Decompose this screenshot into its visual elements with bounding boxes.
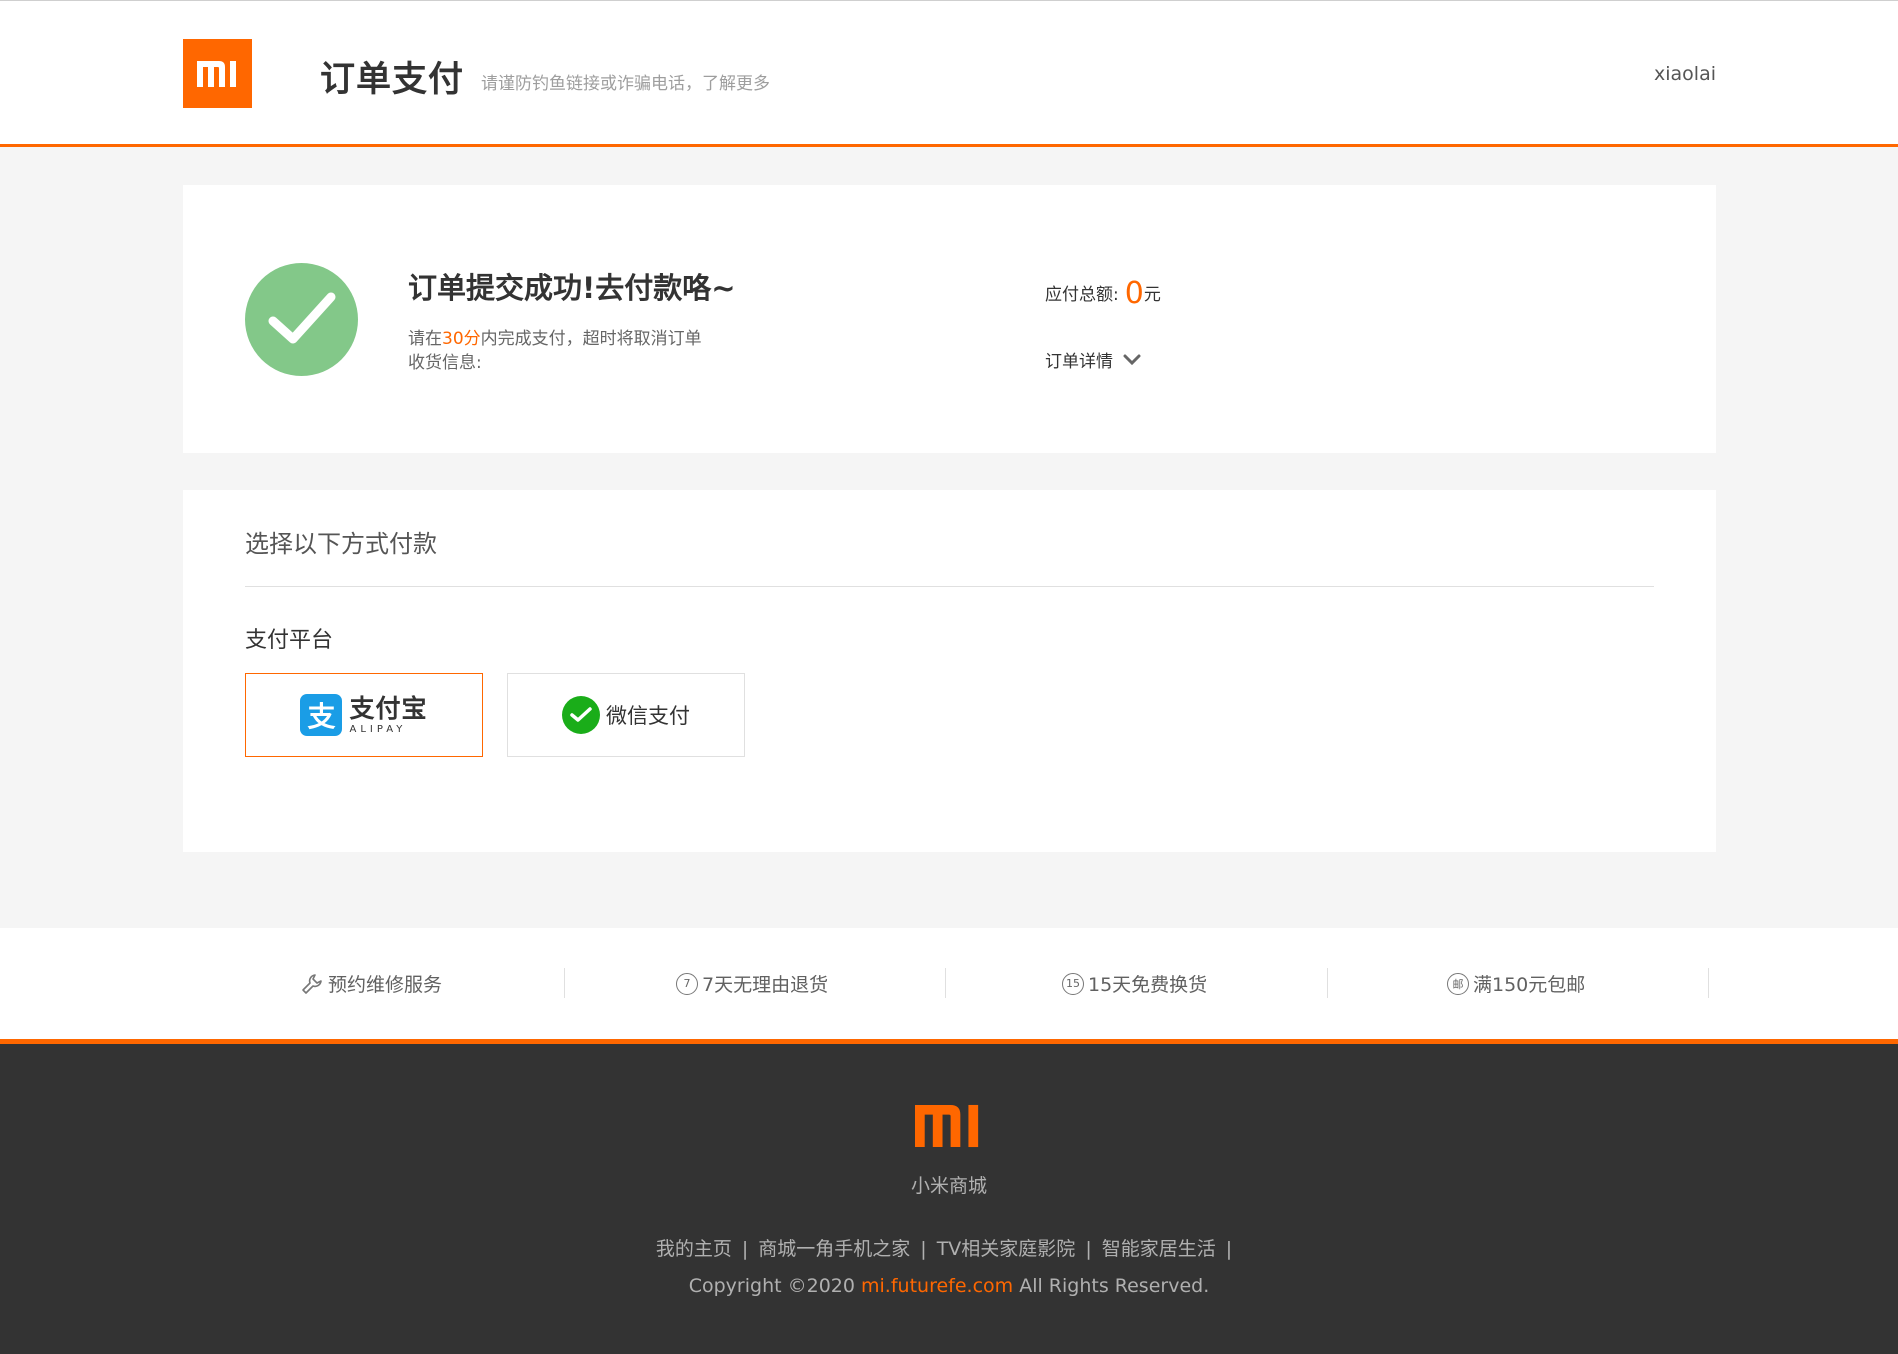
divider	[245, 586, 1654, 587]
alipay-label: 支付宝	[349, 693, 428, 723]
service-repair[interactable]: 预约维修服务	[300, 970, 442, 997]
chevron-down-icon	[1123, 354, 1141, 365]
amount-label: 应付总额:	[1045, 285, 1119, 305]
copyright-prefix: Copyright ©2020	[688, 1275, 855, 1297]
return-7-icon: 7	[676, 972, 698, 995]
page-header: 订单支付 请谨防钓鱼链接或诈骗电话，了解更多 xiaolai	[0, 0, 1898, 147]
footer-link-separator: |	[920, 1238, 927, 1260]
copyright: Copyright ©2020 mi.futurefe.com All Righ…	[0, 1275, 1898, 1297]
payment-title: 选择以下方式付款	[245, 530, 437, 558]
service-7day-return[interactable]: 7 7天无理由退货	[676, 970, 828, 997]
service-divider	[1327, 968, 1328, 998]
mi-logo[interactable]	[183, 39, 252, 108]
anti-fraud-tip[interactable]: 请谨防钓鱼链接或诈骗电话，了解更多	[481, 69, 770, 94]
order-success-title: 订单提交成功!去付款咯~	[408, 271, 736, 305]
amount-due: 应付总额: 0元	[1045, 273, 1161, 311]
page-title: 订单支付	[320, 60, 465, 100]
footer-link-home[interactable]: 我的主页	[656, 1238, 732, 1260]
pay-deadline-minutes: 30分	[442, 329, 481, 349]
service-15day-exchange[interactable]: 15 15天免费换货	[1062, 970, 1207, 997]
footer-link-tv[interactable]: TV相关家庭影院	[937, 1238, 1076, 1260]
footer-links: 我的主页 | 商城一角手机之家 | TV相关家庭影院 | 智能家居生活 |	[0, 1234, 1898, 1261]
footer-brand-name: 小米商城	[910, 1175, 987, 1197]
service-label: 15天免费换货	[1088, 974, 1208, 996]
site-footer: 小米商城 我的主页 | 商城一角手机之家 | TV相关家庭影院 | 智能家居生活 | Copy…	[0, 1039, 1898, 1354]
success-check-icon	[245, 263, 358, 376]
service-label: 满150元包邮	[1473, 974, 1586, 996]
service-label: 预约维修服务	[328, 974, 443, 996]
wechat-pay-icon	[562, 696, 600, 734]
pay-deadline-text: 请在30分内完成支付，超时将取消订单	[408, 327, 702, 351]
service-free-shipping[interactable]: 邮 满150元包邮	[1447, 970, 1585, 997]
amount-unit: 元	[1143, 285, 1161, 305]
service-label: 7天无理由退货	[702, 974, 829, 996]
wechat-pay-label: 微信支付	[606, 704, 690, 728]
alipay-logo-text: 支付宝 ALIPAY	[349, 696, 427, 735]
order-info: 请在30分内完成支付，超时将取消订单 收货信息:	[408, 327, 702, 375]
footer-link-separator: |	[1225, 1238, 1233, 1260]
pay-deadline-prefix: 请在	[408, 329, 442, 349]
address-label: 收货信息:	[408, 353, 482, 373]
mi-logo-icon	[197, 61, 236, 87]
wechat-pay-option-button[interactable]: 微信支付	[507, 673, 745, 757]
mail-icon: 邮	[1447, 972, 1469, 995]
order-detail-toggle[interactable]: 订单详情	[1045, 347, 1141, 372]
service-bar: 预约维修服务 7 7天无理由退货 15 15天免费换货 邮 满150元包邮	[0, 928, 1898, 1040]
username-link[interactable]: xiaolai	[1654, 63, 1716, 85]
alipay-option-button[interactable]: 支 支付宝 ALIPAY	[245, 673, 483, 757]
payment-platform-label: 支付平台	[245, 628, 334, 653]
service-divider	[1708, 968, 1709, 998]
alipay-icon: 支	[300, 694, 343, 736]
order-summary-box: 订单提交成功!去付款咯~ 请在30分内完成支付，超时将取消订单 收货信息: 应付…	[183, 185, 1716, 453]
payment-method-box: 选择以下方式付款 支付平台 支 支付宝 ALIPAY 微信支付	[183, 490, 1716, 852]
footer-link-phone[interactable]: 商城一角手机之家	[758, 1238, 910, 1260]
copyright-site-link[interactable]: mi.futurefe.com	[861, 1275, 1013, 1297]
wrench-icon	[300, 972, 324, 996]
copyright-suffix: All Rights Reserved.	[1019, 1275, 1210, 1297]
order-detail-label: 订单详情	[1045, 352, 1113, 372]
pay-deadline-suffix: 内完成支付，超时将取消订单	[480, 329, 702, 349]
footer-link-separator: |	[741, 1238, 749, 1260]
service-divider	[564, 968, 565, 998]
footer-mi-logo-icon	[915, 1104, 983, 1152]
alipay-label-en: ALIPAY	[349, 723, 407, 735]
amount-value: 0	[1124, 276, 1144, 311]
footer-link-smarthome[interactable]: 智能家居生活	[1102, 1238, 1216, 1260]
footer-link-separator: |	[1085, 1238, 1092, 1260]
service-divider	[945, 968, 946, 998]
exchange-15-icon: 15	[1062, 972, 1084, 995]
